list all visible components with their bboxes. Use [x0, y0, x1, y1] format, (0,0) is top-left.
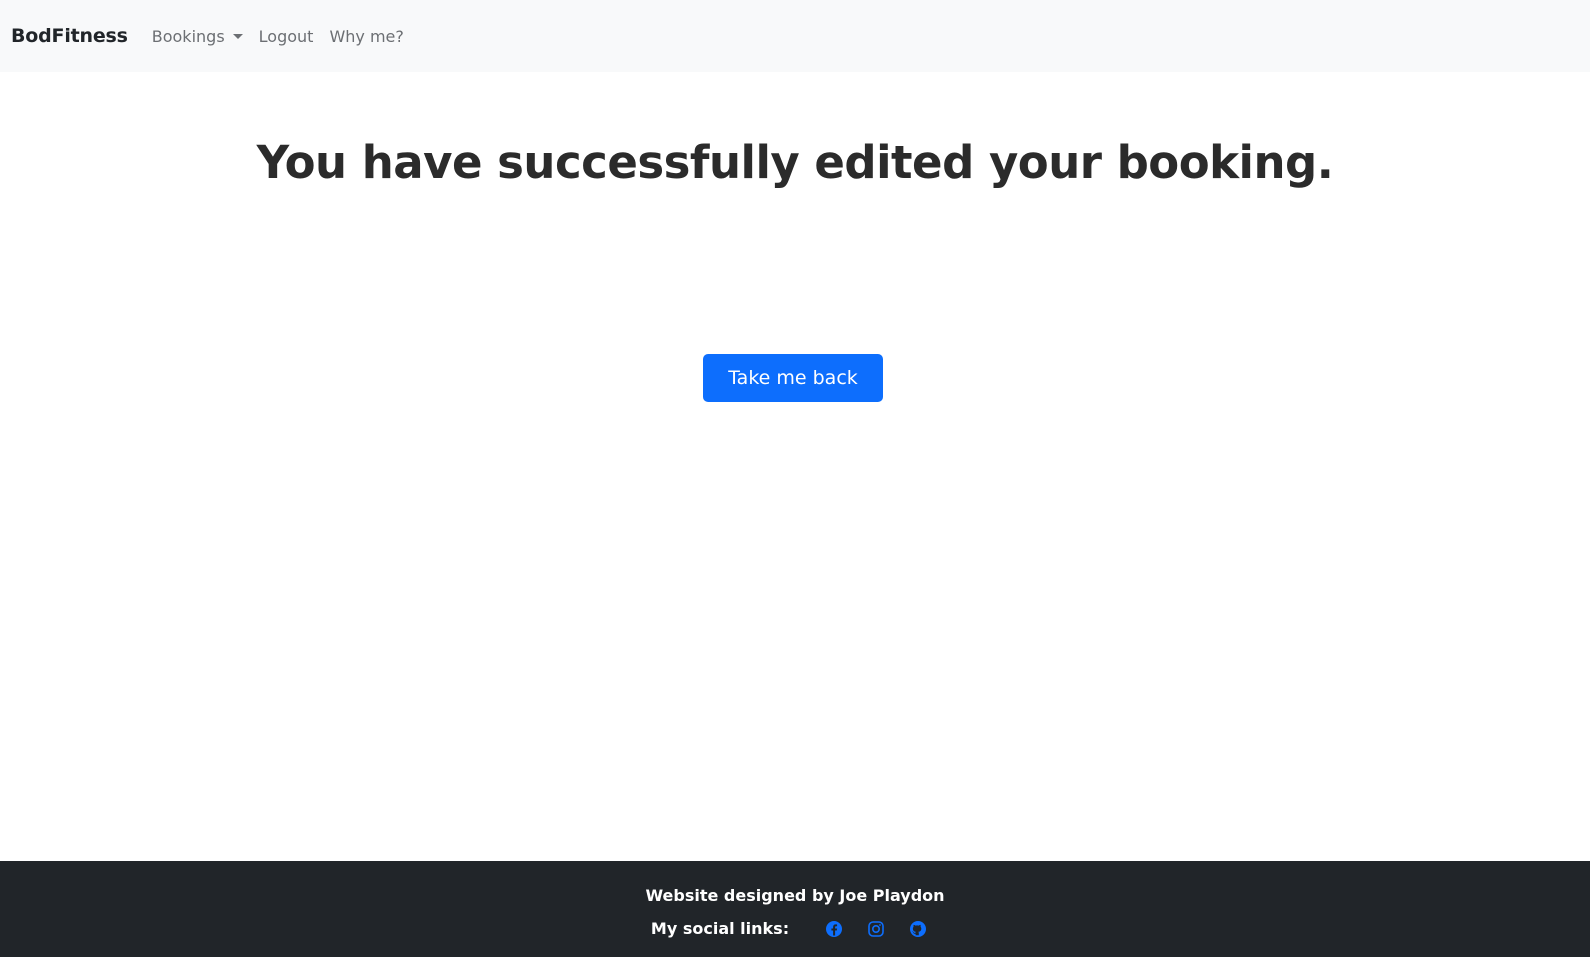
nav-why-me-link[interactable]: Why me? — [329, 27, 403, 46]
nav-logout-link[interactable]: Logout — [259, 27, 314, 46]
instagram-icon[interactable] — [867, 920, 885, 938]
social-links-label: My social links: — [650, 919, 790, 938]
facebook-icon[interactable] — [825, 920, 843, 938]
take-me-back-button[interactable]: Take me back — [703, 354, 883, 402]
navbar: BodFitness Bookings Logout Why me? — [0, 0, 1590, 72]
brand-link[interactable]: BodFitness — [11, 25, 128, 47]
footer: Website designed by Joe Playdon My socia… — [0, 861, 1590, 957]
social-links-row: My social links: — [0, 919, 1590, 938]
main-content: You have successfully edited your bookin… — [0, 72, 1590, 861]
nav-bookings-dropdown[interactable]: Bookings — [152, 27, 243, 46]
nav-bookings-label: Bookings — [151, 26, 225, 46]
caret-down-icon — [232, 34, 243, 39]
footer-credit: Website designed by Joe Playdon — [645, 886, 945, 905]
github-icon[interactable] — [909, 920, 927, 938]
page-title: You have successfully edited your bookin… — [256, 136, 1334, 189]
